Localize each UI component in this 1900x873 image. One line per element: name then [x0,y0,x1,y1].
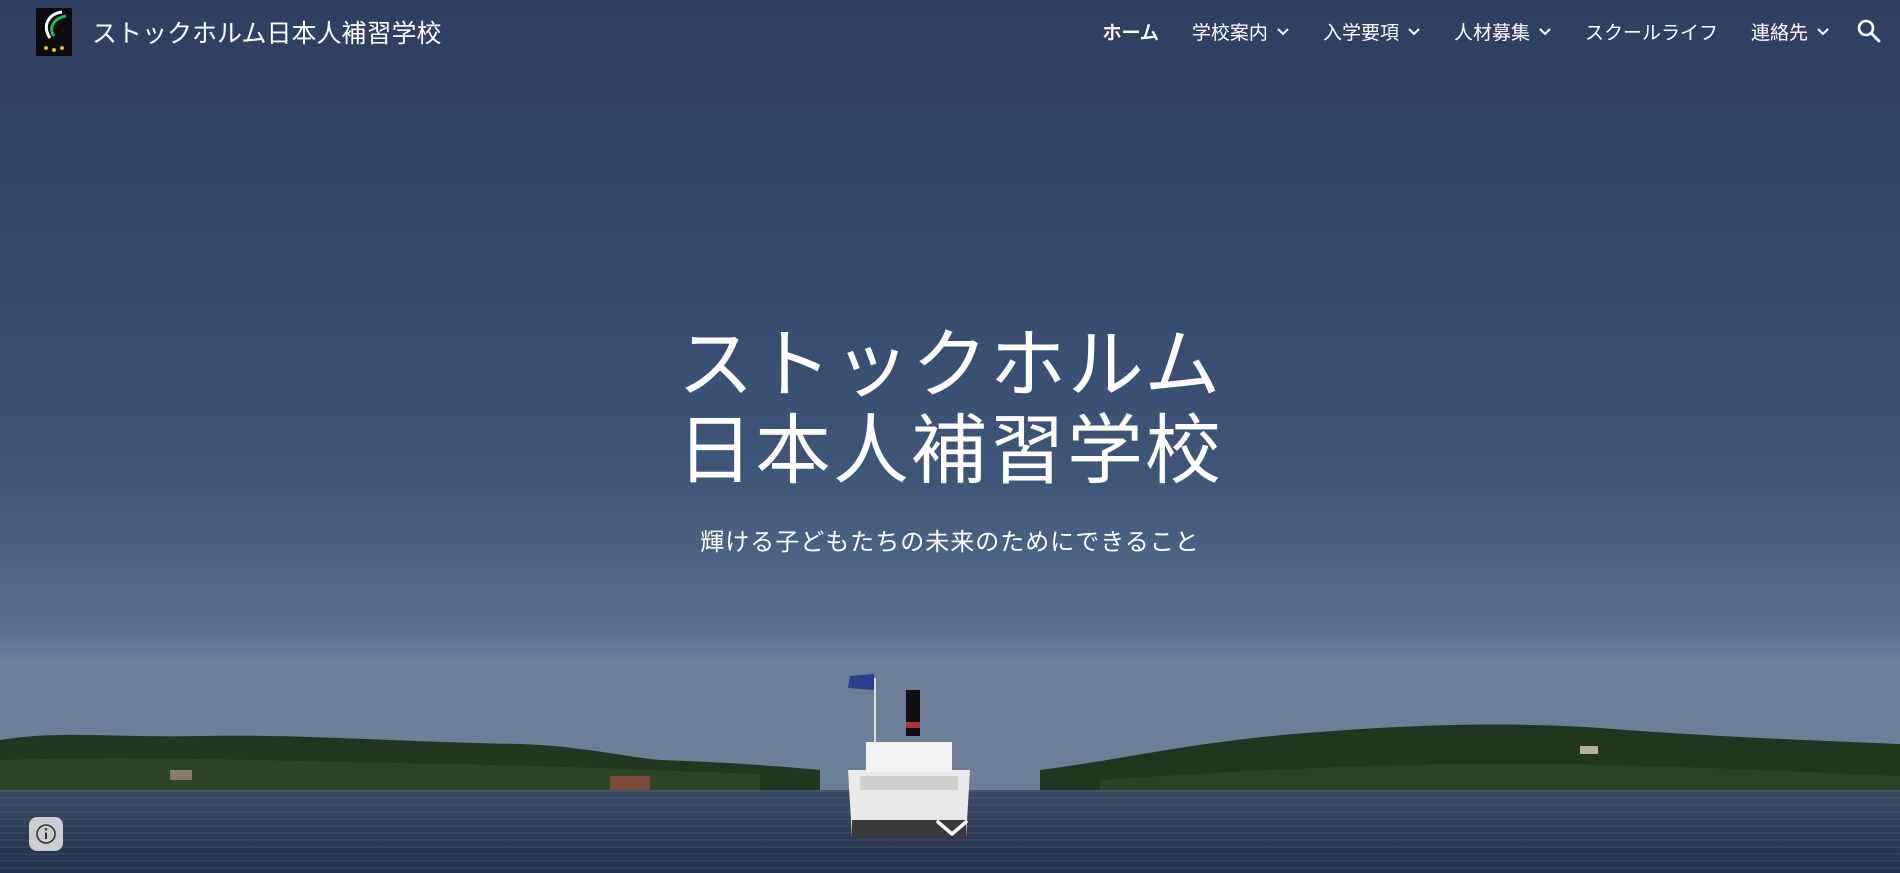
nav-item-school-info[interactable]: 学校案内 [1192,18,1290,45]
search-icon[interactable] [1856,18,1882,44]
nav-item-recruitment[interactable]: 人材募集 [1454,18,1552,45]
nav-item-label: 学校案内 [1191,22,1268,44]
site-title[interactable]: ストックホルム日本人補習学校 [92,14,442,50]
nav-item-label: 人材募集 [1453,22,1530,44]
nav-item-label: 連絡先 [1750,22,1808,44]
chevron-down-icon [1408,27,1420,35]
hero-title-line-1: ストックホルム [677,320,1223,409]
chevron-down-icon [1277,27,1289,35]
nav-item-admission[interactable]: 入学要項 [1323,18,1421,45]
nav-item-label: スクールライフ [1584,22,1718,44]
info-button[interactable] [29,817,63,851]
nav-item-home[interactable]: ホーム [1102,18,1158,45]
nav-item-school-life[interactable]: スクールライフ [1585,18,1718,45]
chevron-down-icon [1817,27,1829,35]
hero-title-line-2: 日本人補習学校 [677,406,1223,495]
chevron-down-icon [1539,27,1551,35]
info-icon [36,824,56,844]
main-menu: ホーム 学校案内 入学要項 人材募集 スクールライフ 連絡先 [1069,18,1830,45]
nav-item-label: ホーム [1102,22,1159,44]
top-navigation: ストックホルム日本人補習学校 ホーム 学校案内 入学要項 人材募集 スクールライ… [0,0,1900,64]
hero-subtitle: 輝ける子どもたちの未来のためにできること [700,528,1200,556]
nav-item-label: 入学要項 [1322,22,1399,44]
scroll-down-chevron-icon[interactable] [932,816,972,840]
nav-item-contact[interactable]: 連絡先 [1751,18,1830,45]
school-logo[interactable] [36,8,72,56]
